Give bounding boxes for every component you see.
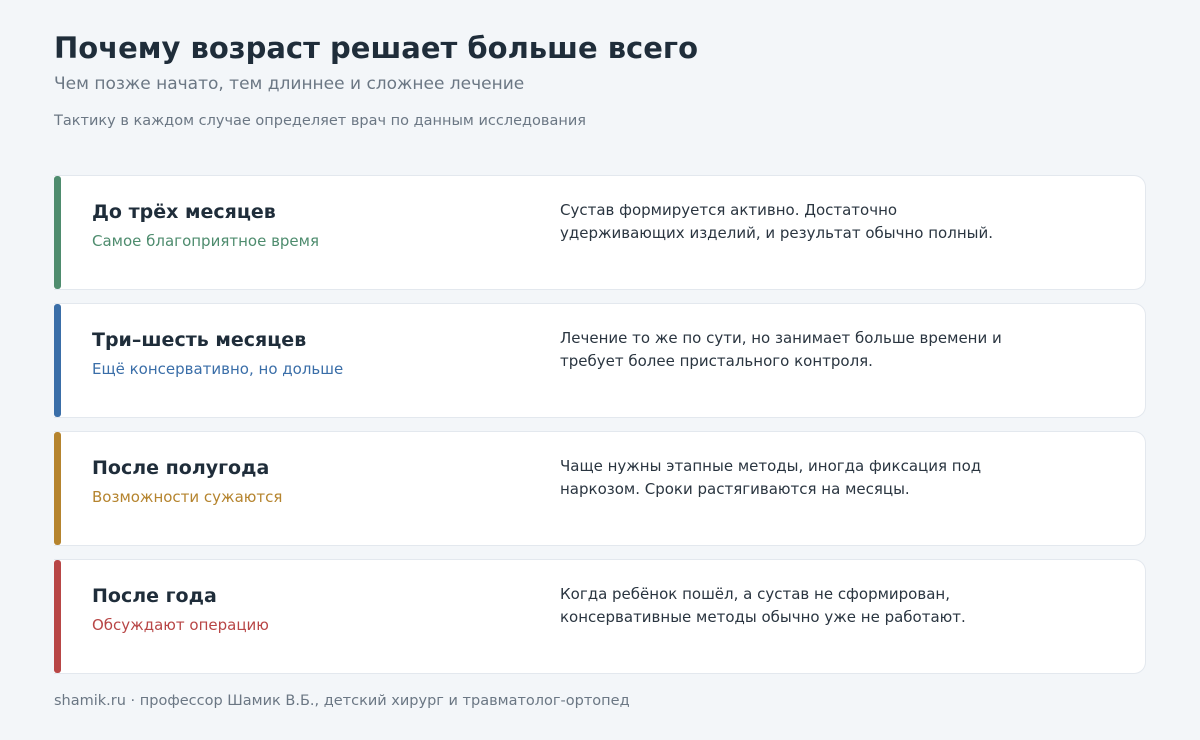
stage-tag: Обсуждают операцию — [92, 616, 269, 634]
footer-credit: shamik.ru · профессор Шамик В.Б., детски… — [54, 693, 630, 709]
stage-card-after-year: После года Обсуждают операцию Когда ребё… — [54, 559, 1146, 674]
stage-description: Лечение то же по сути, но занимает больш… — [560, 329, 1002, 370]
stage-description: Сустав формируется активно. Достаточно у… — [560, 201, 993, 242]
stage-title: После года — [92, 585, 217, 607]
stage-title: До трёх месяцев — [92, 201, 276, 223]
stage-card-after-half-year: После полугода Возможности сужаются Чаще… — [54, 431, 1146, 546]
stage-card-0-3-months: До трёх месяцев Самое благоприятное врем… — [54, 175, 1146, 290]
page-note: Тактику в каждом случае определяет врач … — [54, 113, 586, 129]
stage-accent-bar — [54, 432, 61, 545]
stage-title: Три–шесть месяцев — [92, 329, 307, 351]
page-subtitle: Чем позже начато, тем длиннее и сложнее … — [54, 74, 525, 94]
stage-accent-bar — [54, 176, 61, 289]
page-title: Почему возраст решает больше всего — [54, 31, 698, 65]
stage-description: Когда ребёнок пошёл, а сустав не сформир… — [560, 585, 966, 626]
age-stage-list: До трёх месяцев Самое благоприятное врем… — [54, 175, 1146, 687]
stage-tag: Самое благоприятное время — [92, 232, 319, 250]
stage-title: После полугода — [92, 457, 270, 479]
stage-tag: Ещё консервативно, но дольше — [92, 360, 344, 378]
stage-accent-bar — [54, 560, 61, 673]
stage-description: Чаще нужны этапные методы, иногда фиксац… — [560, 457, 982, 498]
stage-accent-bar — [54, 304, 61, 417]
stage-tag: Возможности сужаются — [92, 488, 283, 506]
stage-card-3-6-months: Три–шесть месяцев Ещё консервативно, но … — [54, 303, 1146, 418]
